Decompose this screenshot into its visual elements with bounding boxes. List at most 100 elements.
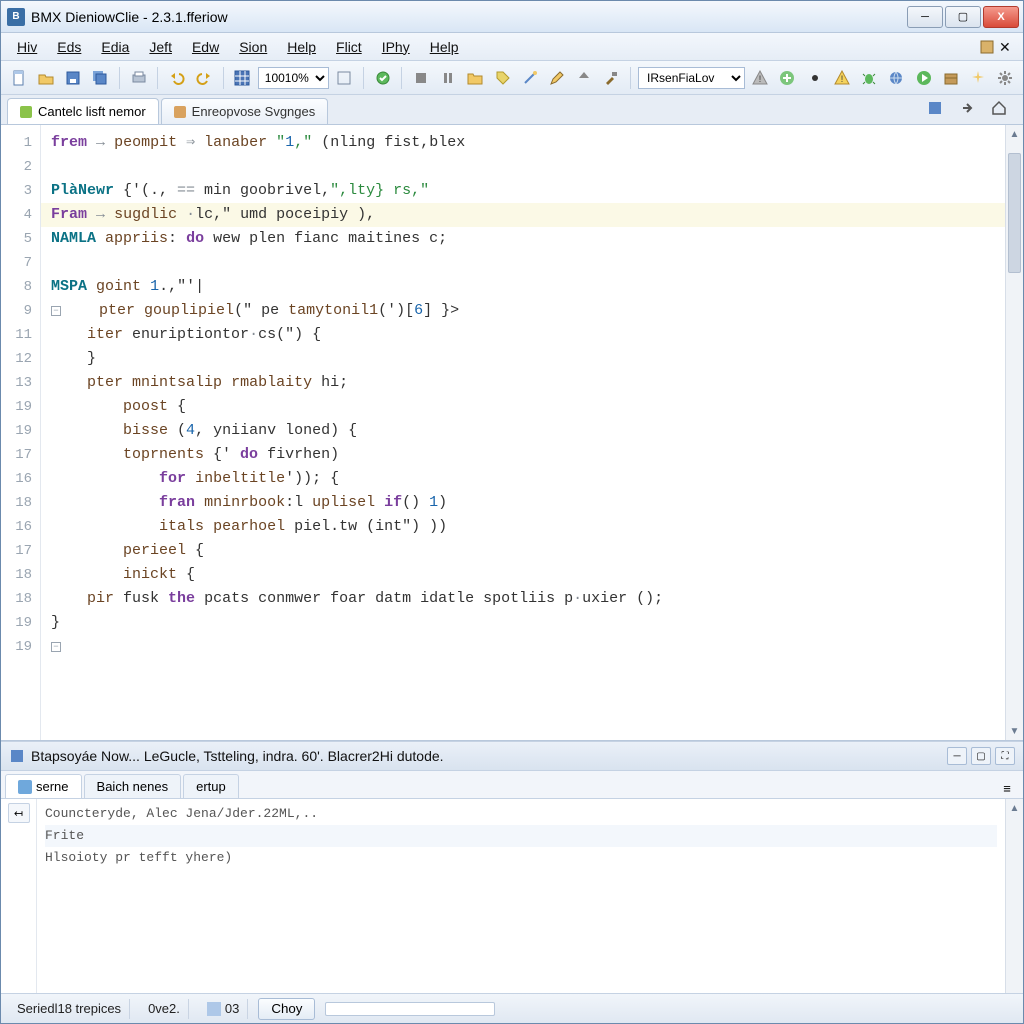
app-icon: B — [7, 8, 25, 26]
refresh-icon[interactable] — [371, 66, 394, 90]
code-line[interactable]: − pter gouplipiel(" pe tamytonil1(')[6] … — [51, 299, 1005, 323]
save-all-icon[interactable] — [89, 66, 112, 90]
scroll-up-icon[interactable]: ▲ — [1006, 799, 1023, 817]
menu-item-8[interactable]: IPhy — [372, 37, 420, 57]
editor-scrollbar[interactable]: ▲ ▼ — [1005, 125, 1023, 740]
menu-item-0[interactable]: Hiv — [7, 37, 47, 57]
folder-icon[interactable] — [464, 66, 487, 90]
editor-tabstrip: Cantelc lisft nemor Enreopvose Svgnges — [1, 95, 1023, 125]
stop-icon[interactable] — [409, 66, 432, 90]
code-line[interactable]: itals pearhoel piel.tw (int") )) — [51, 515, 1005, 539]
code-line[interactable]: NAMLA appriis: do wew plen fianc maitine… — [51, 227, 1005, 251]
scroll-thumb[interactable] — [1008, 153, 1021, 273]
window-title: BMX DieniowClie - 2.3.1.fferiow — [31, 9, 907, 25]
panel-minimize-button[interactable]: ─ — [947, 747, 967, 765]
menu-item-7[interactable]: Flict — [326, 37, 372, 57]
code-line[interactable]: Fram → sugdlic ·lc," umd poceipiy ), — [41, 203, 1005, 227]
close-button[interactable]: X — [983, 6, 1019, 28]
sparkle-icon[interactable] — [966, 66, 989, 90]
play-icon[interactable] — [912, 66, 935, 90]
tab-label: Cantelc lisft nemor — [38, 104, 146, 119]
panel-menu-icon[interactable]: ≡ — [997, 778, 1017, 798]
panel-scrollbar[interactable]: ▲ — [1005, 799, 1023, 993]
status-indicator: 03 — [199, 999, 248, 1019]
code-line[interactable]: poost { — [51, 395, 1005, 419]
print-icon[interactable] — [127, 66, 150, 90]
code-line[interactable] — [51, 251, 1005, 275]
menu-item-6[interactable]: Help — [277, 37, 326, 57]
panel-restore-button[interactable]: ▢ — [971, 747, 991, 765]
status-pos: 0ve2. — [140, 999, 189, 1019]
tab-nav-icon[interactable] — [955, 96, 979, 120]
arrow-up-icon[interactable] — [573, 66, 596, 90]
code-line[interactable]: iter enuriptiontor·cs(") { — [51, 323, 1005, 347]
scroll-up-icon[interactable]: ▲ — [1006, 125, 1023, 143]
code-line[interactable]: toprnents {' do fivrhen) — [51, 443, 1005, 467]
code-area[interactable]: frem → peompit ⇒ lanaber "1," (nling fis… — [41, 125, 1005, 740]
menu-item-3[interactable]: Jeft — [139, 37, 182, 57]
tag-icon[interactable] — [491, 66, 514, 90]
redo-icon[interactable] — [192, 66, 215, 90]
dot-icon[interactable] — [803, 66, 826, 90]
menu-item-1[interactable]: Eds — [47, 37, 91, 57]
menu-item-9[interactable]: Help — [420, 37, 469, 57]
perspective-icon[interactable] — [979, 39, 995, 55]
editor-tab-0[interactable]: Cantelc lisft nemor — [7, 98, 159, 124]
wand-icon[interactable] — [518, 66, 541, 90]
panel-maximize-button[interactable]: ⛶ — [995, 747, 1015, 765]
panel-tab-0[interactable]: serne — [5, 774, 82, 798]
code-line[interactable]: − — [51, 635, 1005, 659]
code-line[interactable]: frem → peompit ⇒ lanaber "1," (nling fis… — [51, 131, 1005, 155]
console-line: Frite — [45, 825, 997, 847]
bug-icon[interactable] — [858, 66, 881, 90]
undo-icon[interactable] — [165, 66, 188, 90]
code-line[interactable] — [51, 155, 1005, 179]
maximize-button[interactable]: ▢ — [945, 6, 981, 28]
menu-item-2[interactable]: Edia — [91, 37, 139, 57]
scroll-down-icon[interactable]: ▼ — [1006, 722, 1023, 740]
tab-home-icon[interactable] — [987, 96, 1011, 120]
code-line[interactable]: pir fusk the pcats conmwer foar datm ida… — [51, 587, 1005, 611]
console-line: Councteryde, Alec Jena/Jder.22ML,.. — [45, 803, 997, 825]
code-line[interactable]: } — [51, 611, 1005, 635]
code-line[interactable]: MSPA goint 1.,"'| — [51, 275, 1005, 299]
code-line[interactable]: } — [51, 347, 1005, 371]
svg-text:!: ! — [759, 74, 762, 84]
status-action-button[interactable]: Choy — [258, 998, 315, 1020]
menu-item-4[interactable]: Edw — [182, 37, 229, 57]
code-line[interactable]: PlàNewr {'(., == min goobrivel,",lty} rs… — [51, 179, 1005, 203]
panel-content[interactable]: Councteryde, Alec Jena/Jder.22ML,..Frite… — [37, 799, 1005, 993]
grid-icon[interactable] — [231, 66, 254, 90]
code-line[interactable]: perieel { — [51, 539, 1005, 563]
run-config-select[interactable]: IRsenFiaLov — [638, 67, 745, 89]
menu-item-5[interactable]: Sion — [229, 37, 277, 57]
pause-icon[interactable] — [436, 66, 459, 90]
code-line[interactable]: fran mninrbook:l uplisel if() 1) — [51, 491, 1005, 515]
new-file-icon[interactable] — [7, 66, 30, 90]
save-icon[interactable] — [61, 66, 84, 90]
editor-tab-1[interactable]: Enreopvose Svgnges — [161, 98, 329, 124]
globe-icon[interactable] — [885, 66, 908, 90]
minimize-button[interactable]: ─ — [907, 6, 943, 28]
alert-icon[interactable]: ! — [830, 66, 853, 90]
code-line[interactable]: inickt { — [51, 563, 1005, 587]
collapse-icon[interactable]: ↤ — [8, 803, 30, 823]
open-icon[interactable] — [34, 66, 57, 90]
warning-icon[interactable]: ! — [749, 66, 772, 90]
progress-bar — [325, 1002, 495, 1016]
close-perspective-icon[interactable]: ✕ — [999, 39, 1015, 55]
panel-tab-1[interactable]: Baich nenes — [84, 774, 182, 798]
zoom-fit-icon[interactable] — [333, 66, 356, 90]
panel-tab-2[interactable]: ertup — [183, 774, 239, 798]
package-icon[interactable] — [939, 66, 962, 90]
code-line[interactable]: for inbeltitle')); { — [51, 467, 1005, 491]
code-line[interactable]: pter mnintsalip rmablaity hi; — [51, 371, 1005, 395]
add-icon[interactable] — [776, 66, 799, 90]
code-line[interactable]: bisse (4, yniianv loned) { — [51, 419, 1005, 443]
pencil-icon[interactable] — [545, 66, 568, 90]
tab-view-icon[interactable] — [923, 96, 947, 120]
gear-icon[interactable] — [994, 66, 1017, 90]
panel-title-bar: Btapsoyáe Now... LeGucle, Tstteling, ind… — [1, 741, 1023, 771]
hammer-icon[interactable] — [600, 66, 623, 90]
zoom-select[interactable]: 10010% — [258, 67, 329, 89]
